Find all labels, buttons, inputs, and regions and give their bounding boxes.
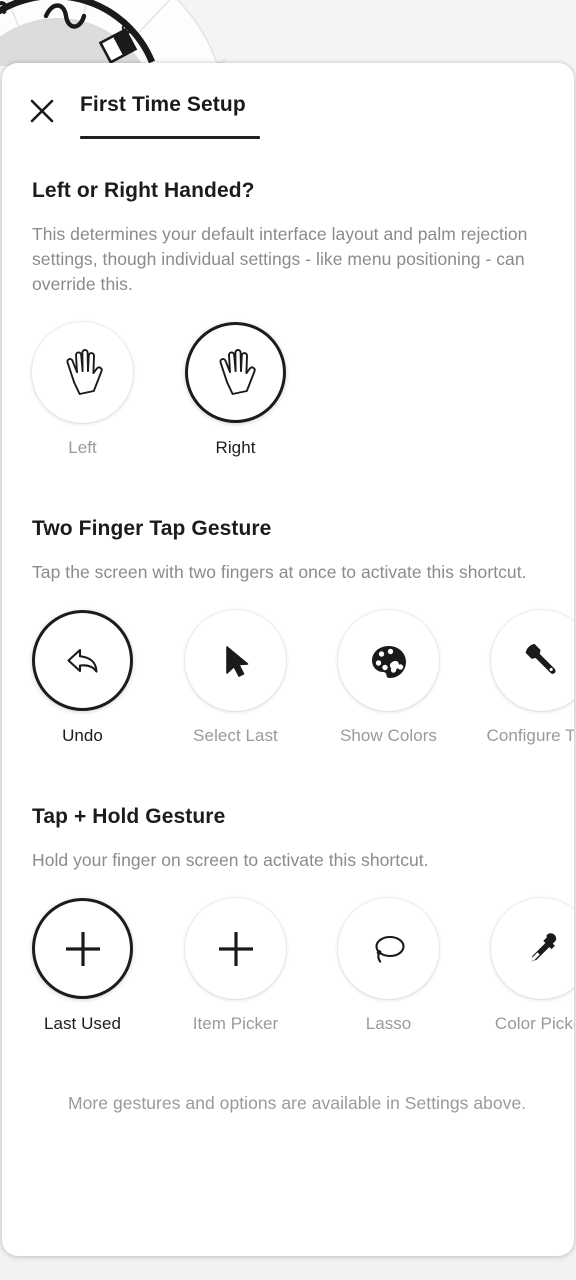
option-icon-container <box>32 610 133 711</box>
section-description: Hold your finger on screen to activate t… <box>32 850 429 870</box>
section-tap-hold: Tap + Hold Gesture Hold your finger on s… <box>2 803 574 1035</box>
plus-icon <box>65 931 100 966</box>
option-show-colors[interactable]: Show Colors <box>338 610 439 747</box>
option-item-picker[interactable]: Item Picker <box>185 898 286 1035</box>
palette-icon <box>371 645 406 678</box>
option-label: Lasso <box>365 1014 412 1033</box>
close-button[interactable] <box>24 93 60 129</box>
option-icon-container <box>185 322 286 423</box>
option-label: Show Colors <box>340 726 437 745</box>
plus-icon <box>218 931 253 966</box>
option-icon-container <box>491 610 574 711</box>
option-icon-container <box>338 898 439 999</box>
option-label: Select Last <box>193 726 278 745</box>
screen-root: 30 First Time Setup Left or Right Handed… <box>0 0 576 1280</box>
option-color-picker[interactable]: Color Picker <box>491 898 574 1035</box>
section-description: Tap the screen with two fingers at once … <box>32 562 527 582</box>
option-label: Undo <box>62 726 103 745</box>
option-configure-tool[interactable]: Configure Tool <box>487 610 574 747</box>
first-time-setup-sheet: First Time Setup Left or Right Handed? T… <box>2 63 574 1256</box>
tap-hold-option-row: Last Used Item Picker Lasso Color Pick <box>32 898 574 1035</box>
right-hand-icon <box>218 348 256 395</box>
undo-arrow-icon <box>66 648 98 673</box>
eyedropper-icon <box>530 932 556 961</box>
close-icon <box>30 99 54 123</box>
option-select-last[interactable]: Select Last <box>185 610 286 747</box>
footer-note: More gestures and options are available … <box>68 1093 527 1113</box>
section-title: Two Finger Tap Gesture <box>32 517 272 540</box>
section-description: This determines your default interface l… <box>32 224 528 294</box>
option-icon-container <box>491 898 574 999</box>
option-label: Configure Tool <box>486 726 575 745</box>
wrench-icon <box>525 643 556 674</box>
section-handedness: Left or Right Handed? This determines yo… <box>2 177 574 459</box>
option-undo[interactable]: Undo <box>32 610 133 747</box>
option-label: Color Picker <box>494 1014 574 1033</box>
sheet-header: First Time Setup <box>2 63 574 155</box>
option-label: Last Used <box>44 1014 121 1033</box>
option-icon-container <box>32 322 133 423</box>
option-last-used[interactable]: Last Used <box>32 898 133 1035</box>
sheet-title-tab[interactable]: First Time Setup <box>80 91 260 139</box>
option-label: Right <box>215 438 256 457</box>
option-label: Item Picker <box>192 1014 279 1033</box>
cursor-arrow-icon <box>225 645 248 677</box>
left-hand-icon <box>65 348 103 395</box>
section-two-finger-tap: Two Finger Tap Gesture Tap the screen wi… <box>2 515 574 747</box>
option-icon-container <box>185 610 286 711</box>
option-icon-container <box>338 610 439 711</box>
option-lasso[interactable]: Lasso <box>338 898 439 1035</box>
option-label: Left <box>68 438 97 457</box>
option-icon-container <box>185 898 286 999</box>
section-title: Tap + Hold Gesture <box>32 805 226 828</box>
option-right-handed[interactable]: Right <box>185 322 286 459</box>
option-icon-container <box>32 898 133 999</box>
section-title: Left or Right Handed? <box>32 179 255 202</box>
handedness-option-row: Left Right <box>32 322 544 459</box>
two-finger-tap-option-row: Undo Select Last Show Colors Configure T <box>32 610 574 747</box>
active-tab-underline <box>80 136 260 139</box>
page-title: First Time Setup <box>80 93 246 116</box>
option-left-handed[interactable]: Left <box>32 322 133 459</box>
lasso-icon <box>374 935 405 963</box>
